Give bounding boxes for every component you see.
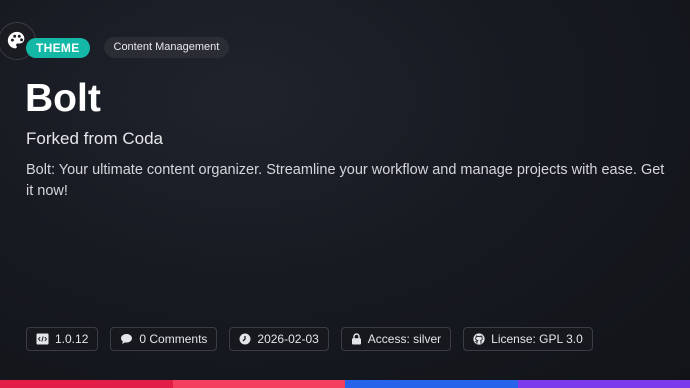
github-icon xyxy=(473,333,485,345)
comments-chip[interactable]: 0 Comments xyxy=(110,327,218,351)
description: Bolt: Your ultimate content organizer. S… xyxy=(26,162,665,199)
theme-badge[interactable]: THEME xyxy=(26,37,90,58)
access-chip[interactable]: Access: silver xyxy=(340,327,452,351)
color-bar-segment xyxy=(517,380,690,388)
code-file-icon xyxy=(36,333,49,345)
lock-icon xyxy=(351,333,361,345)
category-badge[interactable]: Content Management xyxy=(103,37,230,58)
palette-icon xyxy=(7,31,25,49)
color-bar-segment xyxy=(345,380,518,388)
tag-row: THEME Content Management xyxy=(26,37,230,58)
hero-banner: THEME Content Management Bolt Forked fro… xyxy=(0,0,690,388)
color-bar xyxy=(0,380,690,388)
date-chip[interactable]: 2026-02-03 xyxy=(229,327,329,351)
color-bar-segment xyxy=(0,380,173,388)
version-chip[interactable]: 1.0.12 xyxy=(26,327,99,351)
access-label: Access: silver xyxy=(367,332,442,346)
comments-label: 0 Comments xyxy=(139,332,208,346)
license-label: License: GPL 3.0 xyxy=(491,332,583,346)
clock-icon xyxy=(239,333,251,345)
page-title: Bolt xyxy=(25,77,101,120)
subtitle: Forked from Coda xyxy=(26,129,163,148)
date-label: 2026-02-03 xyxy=(257,332,319,346)
color-bar-segment xyxy=(172,380,345,388)
meta-row: 1.0.12 0 Comments 2026-02-03 Access: sil… xyxy=(26,327,593,351)
license-chip[interactable]: License: GPL 3.0 xyxy=(463,327,593,351)
version-label: 1.0.12 xyxy=(55,332,89,346)
speech-bubble-icon xyxy=(121,334,133,344)
